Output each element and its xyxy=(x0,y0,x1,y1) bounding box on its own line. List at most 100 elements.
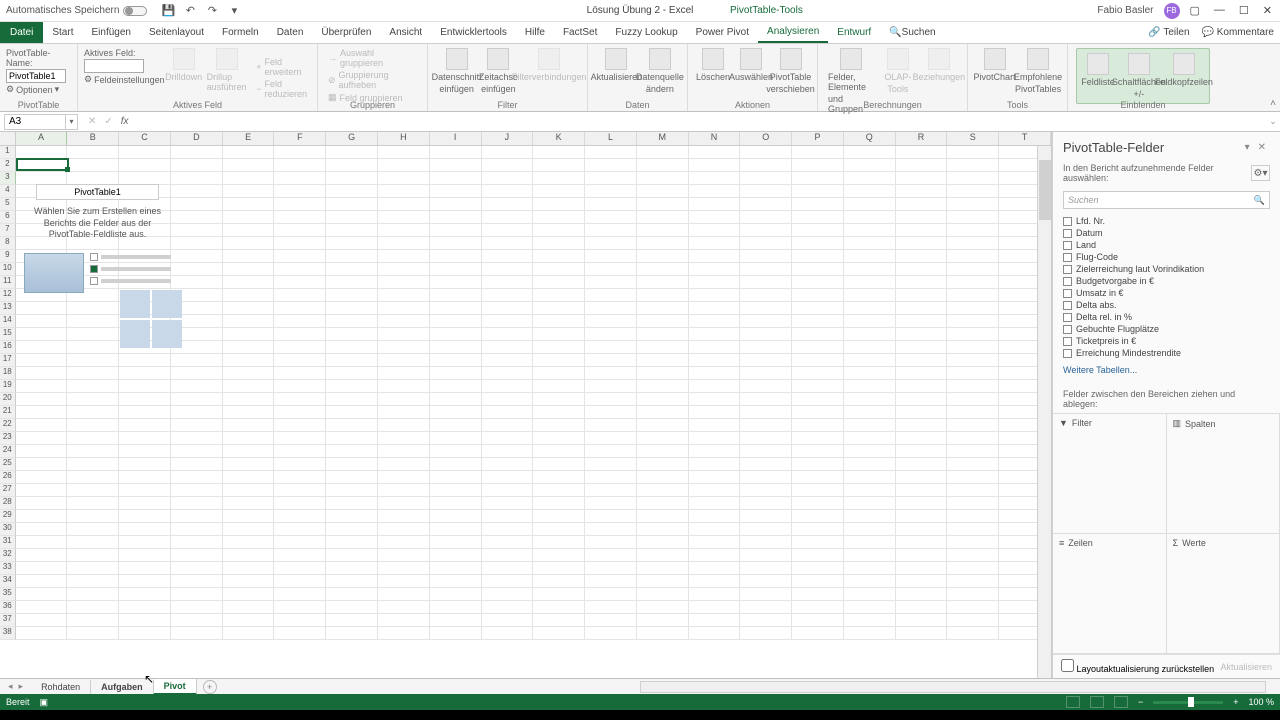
insert-timeline-button[interactable]: Zeitachseeinfügen xyxy=(479,46,517,96)
row-header[interactable]: 35 xyxy=(0,588,16,601)
field-item[interactable]: Flug-Code xyxy=(1063,251,1270,263)
vertical-scrollbar[interactable] xyxy=(1037,146,1051,678)
pivotchart-button[interactable]: PivotChart xyxy=(974,46,1015,96)
col-header[interactable]: F xyxy=(274,132,326,145)
row-header[interactable]: 11 xyxy=(0,276,16,289)
field-checkbox[interactable] xyxy=(1063,349,1072,358)
row-header[interactable]: 19 xyxy=(0,380,16,393)
row-header[interactable]: 22 xyxy=(0,419,16,432)
row-header[interactable]: 1 xyxy=(0,146,16,159)
field-item[interactable]: Lfd. Nr. xyxy=(1063,215,1270,227)
name-box[interactable]: A3 xyxy=(4,114,66,130)
tab-formeln[interactable]: Formeln xyxy=(213,22,268,43)
row-header[interactable]: 38 xyxy=(0,627,16,640)
col-header[interactable]: O xyxy=(740,132,792,145)
field-checkbox[interactable] xyxy=(1063,241,1072,250)
tab-factset[interactable]: FactSet xyxy=(554,22,606,43)
row-header[interactable]: 7 xyxy=(0,224,16,237)
view-pagebreak-icon[interactable] xyxy=(1114,696,1128,708)
row-header[interactable]: 31 xyxy=(0,536,16,549)
field-item[interactable]: Gebuchte Flugplätze xyxy=(1063,323,1270,335)
field-item[interactable]: Delta abs. xyxy=(1063,299,1270,311)
row-header[interactable]: 37 xyxy=(0,614,16,627)
col-header[interactable]: M xyxy=(637,132,689,145)
field-checkbox[interactable] xyxy=(1063,325,1072,334)
pane-close-icon[interactable]: ✕ xyxy=(1254,142,1270,153)
filter-dropzone[interactable]: ▼ Filter xyxy=(1053,414,1167,534)
field-checkbox[interactable] xyxy=(1063,277,1072,286)
row-header[interactable]: 9 xyxy=(0,250,16,263)
row-header[interactable]: 14 xyxy=(0,315,16,328)
values-dropzone[interactable]: Σ Werte xyxy=(1167,534,1280,654)
clear-button[interactable]: Löschen xyxy=(694,46,732,96)
row-header[interactable]: 21 xyxy=(0,406,16,419)
col-header[interactable]: D xyxy=(171,132,223,145)
sheet-tab-pivot[interactable]: Pivot xyxy=(154,679,197,695)
col-header[interactable]: A xyxy=(16,132,68,145)
select-all-corner[interactable] xyxy=(0,132,16,145)
field-item[interactable]: Zielerreichung laut Vorindikation xyxy=(1063,263,1270,275)
horizontal-scrollbar[interactable] xyxy=(640,681,1266,693)
col-header[interactable]: K xyxy=(533,132,585,145)
row-header[interactable]: 4 xyxy=(0,185,16,198)
field-item[interactable]: Datum xyxy=(1063,227,1270,239)
redo-icon[interactable]: ↷ xyxy=(205,4,219,18)
tab-ansicht[interactable]: Ansicht xyxy=(380,22,431,43)
tab-entwurf[interactable]: Entwurf xyxy=(828,22,880,43)
col-header[interactable]: H xyxy=(378,132,430,145)
fx-icon[interactable]: fx xyxy=(121,116,129,127)
row-header[interactable]: 28 xyxy=(0,497,16,510)
tab-fuzzy[interactable]: Fuzzy Lookup xyxy=(606,22,686,43)
row-header[interactable]: 10 xyxy=(0,263,16,276)
field-checkbox[interactable] xyxy=(1063,289,1072,298)
row-header[interactable]: 36 xyxy=(0,601,16,614)
row-header[interactable]: 33 xyxy=(0,562,16,575)
close-icon[interactable]: ✕ xyxy=(1263,4,1272,17)
field-search-input[interactable]: Suchen🔍 xyxy=(1063,191,1270,209)
pivotname-input[interactable] xyxy=(6,69,66,83)
add-sheet-icon[interactable]: + xyxy=(203,680,217,694)
tab-file[interactable]: Datei xyxy=(0,22,43,43)
pane-settings-icon[interactable]: ⚙▾ xyxy=(1251,165,1270,181)
ribbon-mode-icon[interactable]: ▢ xyxy=(1190,4,1200,17)
move-pivot-button[interactable]: PivotTableverschieben xyxy=(770,46,811,96)
col-header[interactable]: I xyxy=(430,132,482,145)
col-header[interactable]: B xyxy=(67,132,119,145)
col-header[interactable]: T xyxy=(999,132,1051,145)
row-header[interactable]: 25 xyxy=(0,458,16,471)
tab-daten[interactable]: Daten xyxy=(268,22,313,43)
view-normal-icon[interactable] xyxy=(1066,696,1080,708)
buttons-toggle[interactable]: Schaltflächen+/- xyxy=(1117,51,1161,101)
col-header[interactable]: C xyxy=(119,132,171,145)
refresh-button[interactable]: Aktualisieren xyxy=(594,46,639,96)
tab-einfuegen[interactable]: Einfügen xyxy=(82,22,139,43)
minimize-icon[interactable]: — xyxy=(1214,4,1225,17)
row-header[interactable]: 3 xyxy=(0,172,16,185)
zoom-in-icon[interactable]: + xyxy=(1233,697,1238,707)
search-tab[interactable]: 🔍 Suchen xyxy=(880,22,944,43)
tab-ueberpruefen[interactable]: Überprüfen xyxy=(312,22,380,43)
col-header[interactable]: G xyxy=(326,132,378,145)
field-checkbox[interactable] xyxy=(1063,253,1072,262)
col-header[interactable]: R xyxy=(896,132,948,145)
col-header[interactable]: N xyxy=(689,132,741,145)
row-header[interactable]: 32 xyxy=(0,549,16,562)
row-header[interactable]: 16 xyxy=(0,341,16,354)
field-item[interactable]: Land xyxy=(1063,239,1270,251)
more-tables-link[interactable]: Weitere Tabellen... xyxy=(1053,361,1280,379)
tab-hilfe[interactable]: Hilfe xyxy=(516,22,554,43)
undo-icon[interactable]: ↶ xyxy=(183,4,197,18)
row-header[interactable]: 8 xyxy=(0,237,16,250)
pivot-options-button[interactable]: ⚙ Optionen ▾ xyxy=(6,84,71,95)
autosave-toggle[interactable]: Automatisches Speichern xyxy=(0,5,153,16)
row-header[interactable]: 29 xyxy=(0,510,16,523)
zoom-level[interactable]: 100 % xyxy=(1248,697,1274,707)
save-icon[interactable]: 💾 xyxy=(161,4,175,18)
comments-button[interactable]: 💬 Kommentare xyxy=(1202,27,1274,38)
tab-entwickler[interactable]: Entwicklertools xyxy=(431,22,516,43)
share-button[interactable]: 🔗 Teilen xyxy=(1148,27,1189,38)
row-header[interactable]: 2 xyxy=(0,159,16,172)
row-header[interactable]: 34 xyxy=(0,575,16,588)
zoom-out-icon[interactable]: − xyxy=(1138,697,1143,707)
qat-dropdown-icon[interactable]: ▾ xyxy=(227,4,241,18)
